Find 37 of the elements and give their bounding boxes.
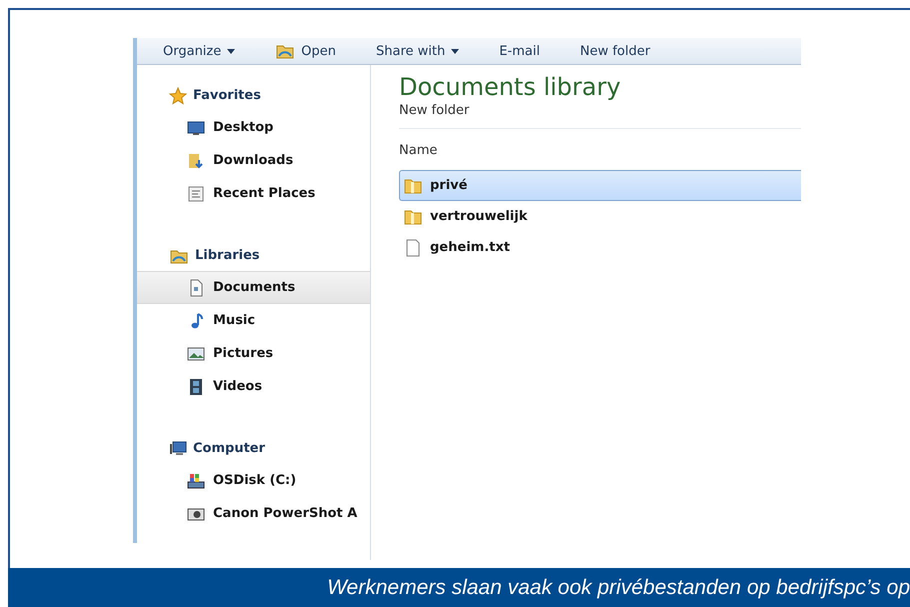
text-file-icon [404, 238, 422, 256]
folder-arrow-icon [187, 152, 205, 170]
film-icon [187, 378, 205, 396]
nav-item[interactable]: Pictures [137, 337, 370, 370]
nav-item[interactable]: Videos [137, 370, 370, 403]
caret-icon [227, 48, 236, 54]
drive-icon [187, 472, 205, 490]
nav-item[interactable]: Desktop [137, 111, 370, 144]
file-row[interactable]: privé [399, 170, 801, 201]
nav-item[interactable]: Music [137, 304, 370, 337]
folder-icon [404, 208, 422, 226]
nav-group-header[interactable]: Computer [137, 433, 370, 464]
toolbar-button[interactable]: Organize [155, 40, 244, 62]
picture-frame-icon [187, 344, 205, 362]
caret-icon [451, 48, 460, 54]
folder-subtitle: New folder [399, 103, 801, 129]
nav-item[interactable]: Downloads [137, 144, 370, 177]
toolbar-button[interactable]: New folder [572, 40, 658, 62]
toolbar-button[interactable]: Share with [368, 40, 468, 62]
column-header[interactable]: Name [399, 129, 801, 170]
nav-group-header[interactable]: Libraries [137, 240, 370, 271]
nav-item[interactable]: Documents [137, 271, 370, 304]
file-row[interactable]: geheim.txt [399, 232, 801, 263]
folder-icon [404, 176, 422, 194]
nav-item[interactable]: OSDisk (C:) [137, 464, 370, 497]
toolbar-button[interactable]: E-mail [491, 40, 548, 62]
nav-item[interactable]: Canon PowerShot A [137, 497, 370, 530]
nav-group-header[interactable]: Favorites [137, 80, 370, 111]
caption-text: Werknemers slaan vaak ook privébestanden op bedrijfspc’s op [327, 576, 910, 600]
computer-icon [169, 440, 187, 458]
star-icon [169, 86, 187, 104]
monitor-icon [187, 118, 205, 136]
toolbar-button[interactable]: Open [267, 38, 344, 64]
library-title: Documents library [399, 73, 622, 101]
file-row[interactable]: vertrouwelijk [399, 201, 801, 232]
nav-item[interactable]: Recent Places [137, 177, 370, 210]
recent-places-icon [187, 184, 205, 202]
